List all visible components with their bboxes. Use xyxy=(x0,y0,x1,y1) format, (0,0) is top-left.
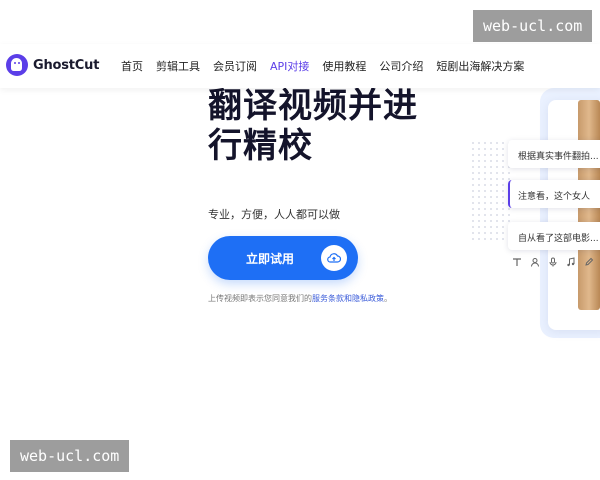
hero-title: 翻译视频并进 行精校 xyxy=(208,86,448,166)
terms-suffix: 。 xyxy=(384,294,392,303)
music-icon xyxy=(567,257,575,267)
text-icon xyxy=(513,258,521,266)
terms-of-service-link[interactable]: 服务条款 xyxy=(312,294,344,303)
editor-toolbar xyxy=(512,254,600,270)
edit-icon xyxy=(585,257,594,266)
dot-pattern xyxy=(470,140,510,240)
nav-item-home[interactable]: 首页 xyxy=(121,58,143,74)
nav-item-membership[interactable]: 会员订阅 xyxy=(213,58,257,74)
nav-menu: 首页 剪辑工具 会员订阅 API对接 使用教程 公司介绍 短剧出海解决方案 xyxy=(121,44,537,88)
upload-cloud-icon xyxy=(321,245,347,271)
terms-notice: 上传视频即表示您同意我们的服务条款和隐私政策。 xyxy=(208,293,392,304)
subtitle-card: 自从看了这部电影... xyxy=(508,222,600,250)
terms-prefix: 上传视频即表示您同意我们的 xyxy=(208,294,312,303)
navbar: GhostCut 首页 剪辑工具 会员订阅 API对接 使用教程 公司介绍 短剧… xyxy=(0,44,600,88)
nav-item-edit-tools[interactable]: 剪辑工具 xyxy=(156,58,200,74)
person-icon xyxy=(531,258,539,267)
subtitle-card: 根据真实事件翻拍... xyxy=(508,140,600,168)
nav-item-api[interactable]: API对接 xyxy=(270,58,309,74)
watermark-bottom: web-ucl.com xyxy=(10,440,130,472)
nav-item-short-drama-solutions[interactable]: 短剧出海解决方案 xyxy=(436,58,524,74)
try-now-label: 立即试用 xyxy=(246,252,295,266)
hero-title-line1: 翻译视频并进 xyxy=(208,86,418,126)
nav-item-about[interactable]: 公司介绍 xyxy=(379,58,423,74)
watermark-top: web-ucl.com xyxy=(473,10,593,42)
privacy-policy-link[interactable]: 隐私政策 xyxy=(352,294,384,303)
hero-subtitle: 专业，方便，人人都可以做 xyxy=(208,208,340,221)
terms-and: 和 xyxy=(344,294,352,303)
try-now-button[interactable]: 立即试用 xyxy=(208,236,358,280)
logo[interactable]: GhostCut xyxy=(6,54,99,76)
logo-text: GhostCut xyxy=(33,57,100,73)
subtitle-card-active: 注意看，这个女人 xyxy=(508,180,600,208)
ghost-logo-icon xyxy=(6,54,28,76)
mic-icon xyxy=(549,257,557,267)
nav-item-tutorials[interactable]: 使用教程 xyxy=(322,58,366,74)
hero-title-line2: 行精校 xyxy=(208,126,313,166)
